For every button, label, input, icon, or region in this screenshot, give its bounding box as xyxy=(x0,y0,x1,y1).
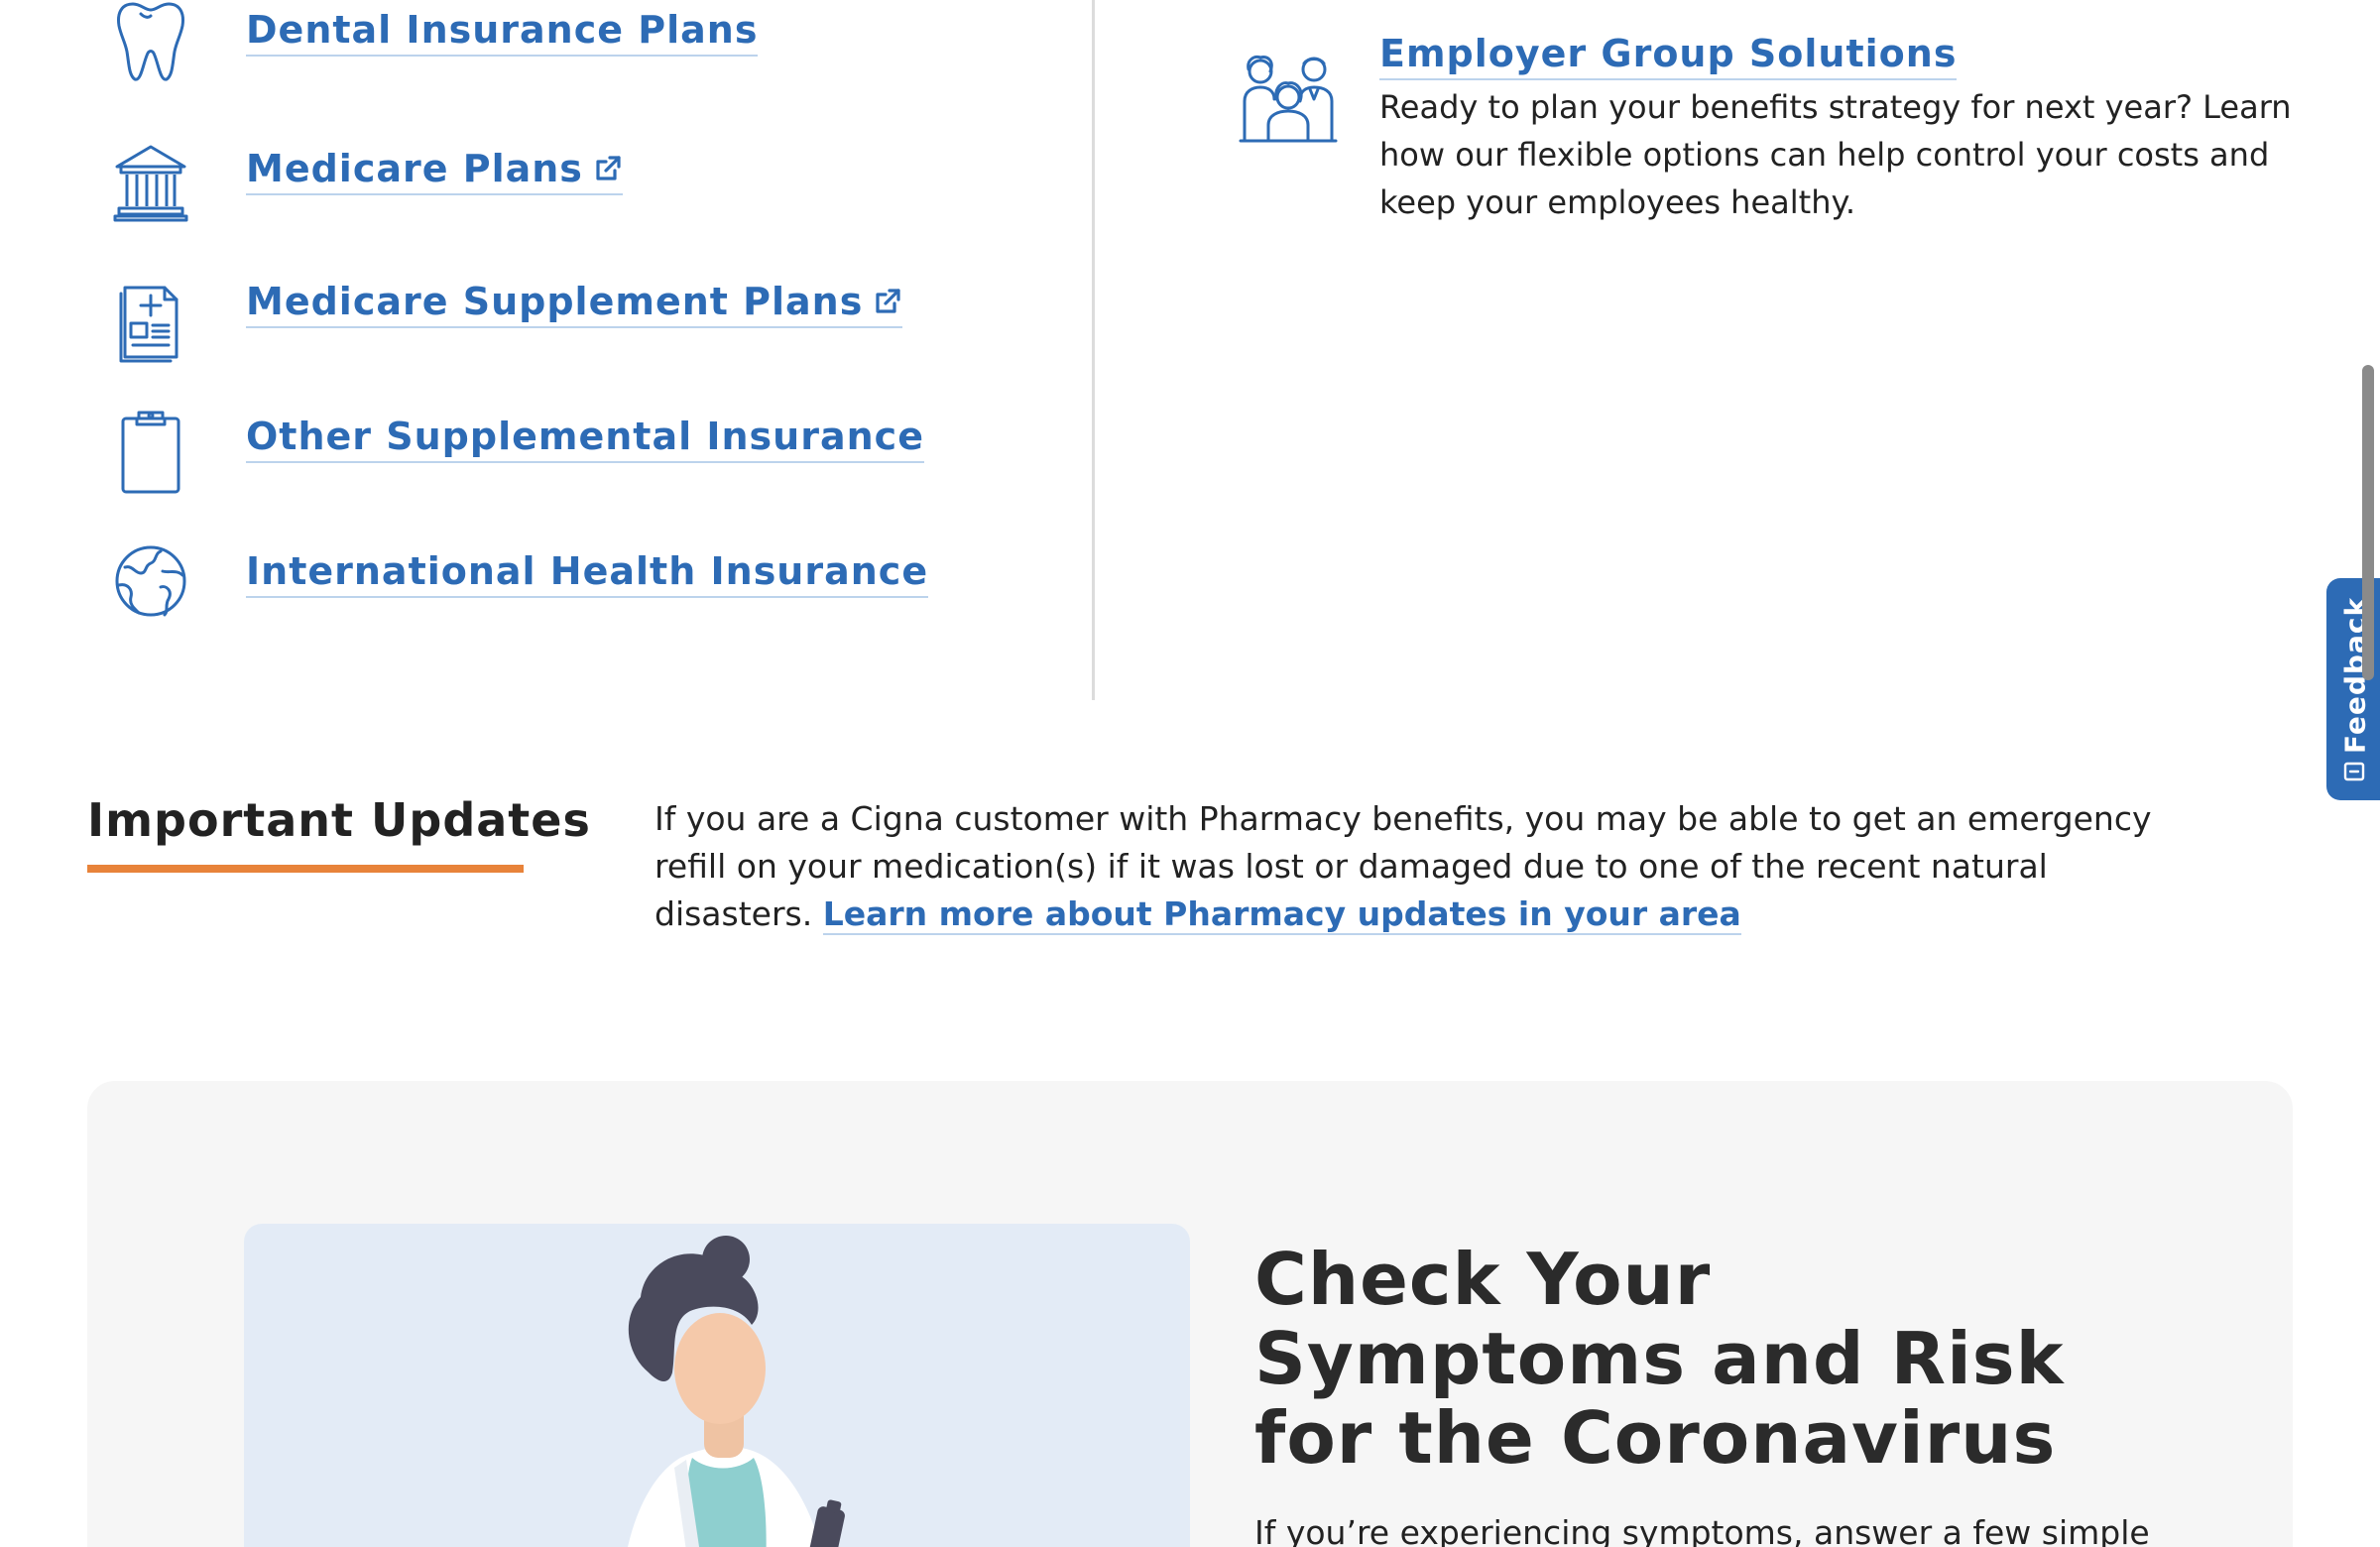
employer-section: Employer Group Solutions Ready to plan y… xyxy=(1230,0,2320,700)
heading-accent-underline xyxy=(87,865,524,873)
symptom-checker-title: Check Your Symptoms and Risk for the Cor… xyxy=(1254,1238,2065,1480)
plan-links-column: Dental Insurance Plans Medicare Plans Me… xyxy=(0,0,1094,700)
page-scrollbar[interactable] xyxy=(2362,365,2374,680)
important-updates-text: If you are a Cigna customer with Pharmac… xyxy=(654,795,2202,938)
feedback-icon xyxy=(2342,761,2366,784)
plan-item-international: International Health Insurance xyxy=(99,543,1041,643)
plan-item-medicare-supplement: Medicare Supplement Plans xyxy=(99,276,1041,375)
international-health-insurance-label: International Health Insurance xyxy=(246,549,929,593)
important-updates-heading: Important Updates xyxy=(87,793,591,847)
other-supplemental-insurance-link[interactable]: Other Supplemental Insurance xyxy=(246,415,924,463)
symptom-checker-card: Check Your Symptoms and Risk for the Cor… xyxy=(87,1081,2293,1547)
external-link-icon xyxy=(873,287,902,316)
medical-document-icon xyxy=(111,276,190,365)
plan-item-medicare: Medicare Plans xyxy=(99,141,1041,240)
pharmacy-updates-link[interactable]: Learn more about Pharmacy updates in you… xyxy=(822,894,1741,935)
external-link-icon xyxy=(593,154,623,183)
column-divider xyxy=(1092,0,1095,700)
international-health-insurance-link[interactable]: International Health Insurance xyxy=(246,549,929,598)
employer-group-solutions-link[interactable]: Employer Group Solutions xyxy=(1379,32,1958,80)
medicare-plans-label: Medicare Plans xyxy=(246,147,583,190)
clipboard-icon xyxy=(111,409,190,498)
medicare-supplement-plans-link[interactable]: Medicare Supplement Plans xyxy=(246,280,903,328)
symptom-checker-text: If you’re experiencing symptoms, answer … xyxy=(1254,1513,2150,1547)
plan-item-dental: Dental Insurance Plans xyxy=(99,0,1041,99)
group-people-icon xyxy=(1239,50,1338,145)
doctor-illustration xyxy=(244,1224,1190,1547)
dental-insurance-plans-link[interactable]: Dental Insurance Plans xyxy=(246,8,759,57)
bank-building-icon xyxy=(111,141,190,230)
other-supplemental-insurance-label: Other Supplemental Insurance xyxy=(246,415,924,458)
employer-description: Ready to plan your benefits strategy for… xyxy=(1379,88,2292,221)
dental-insurance-plans-label: Dental Insurance Plans xyxy=(246,8,759,52)
tooth-icon xyxy=(111,0,190,89)
plan-item-other-supplemental: Other Supplemental Insurance xyxy=(99,409,1041,508)
globe-icon xyxy=(111,543,190,633)
medicare-plans-link[interactable]: Medicare Plans xyxy=(246,147,623,195)
medicare-supplement-plans-label: Medicare Supplement Plans xyxy=(246,280,864,323)
